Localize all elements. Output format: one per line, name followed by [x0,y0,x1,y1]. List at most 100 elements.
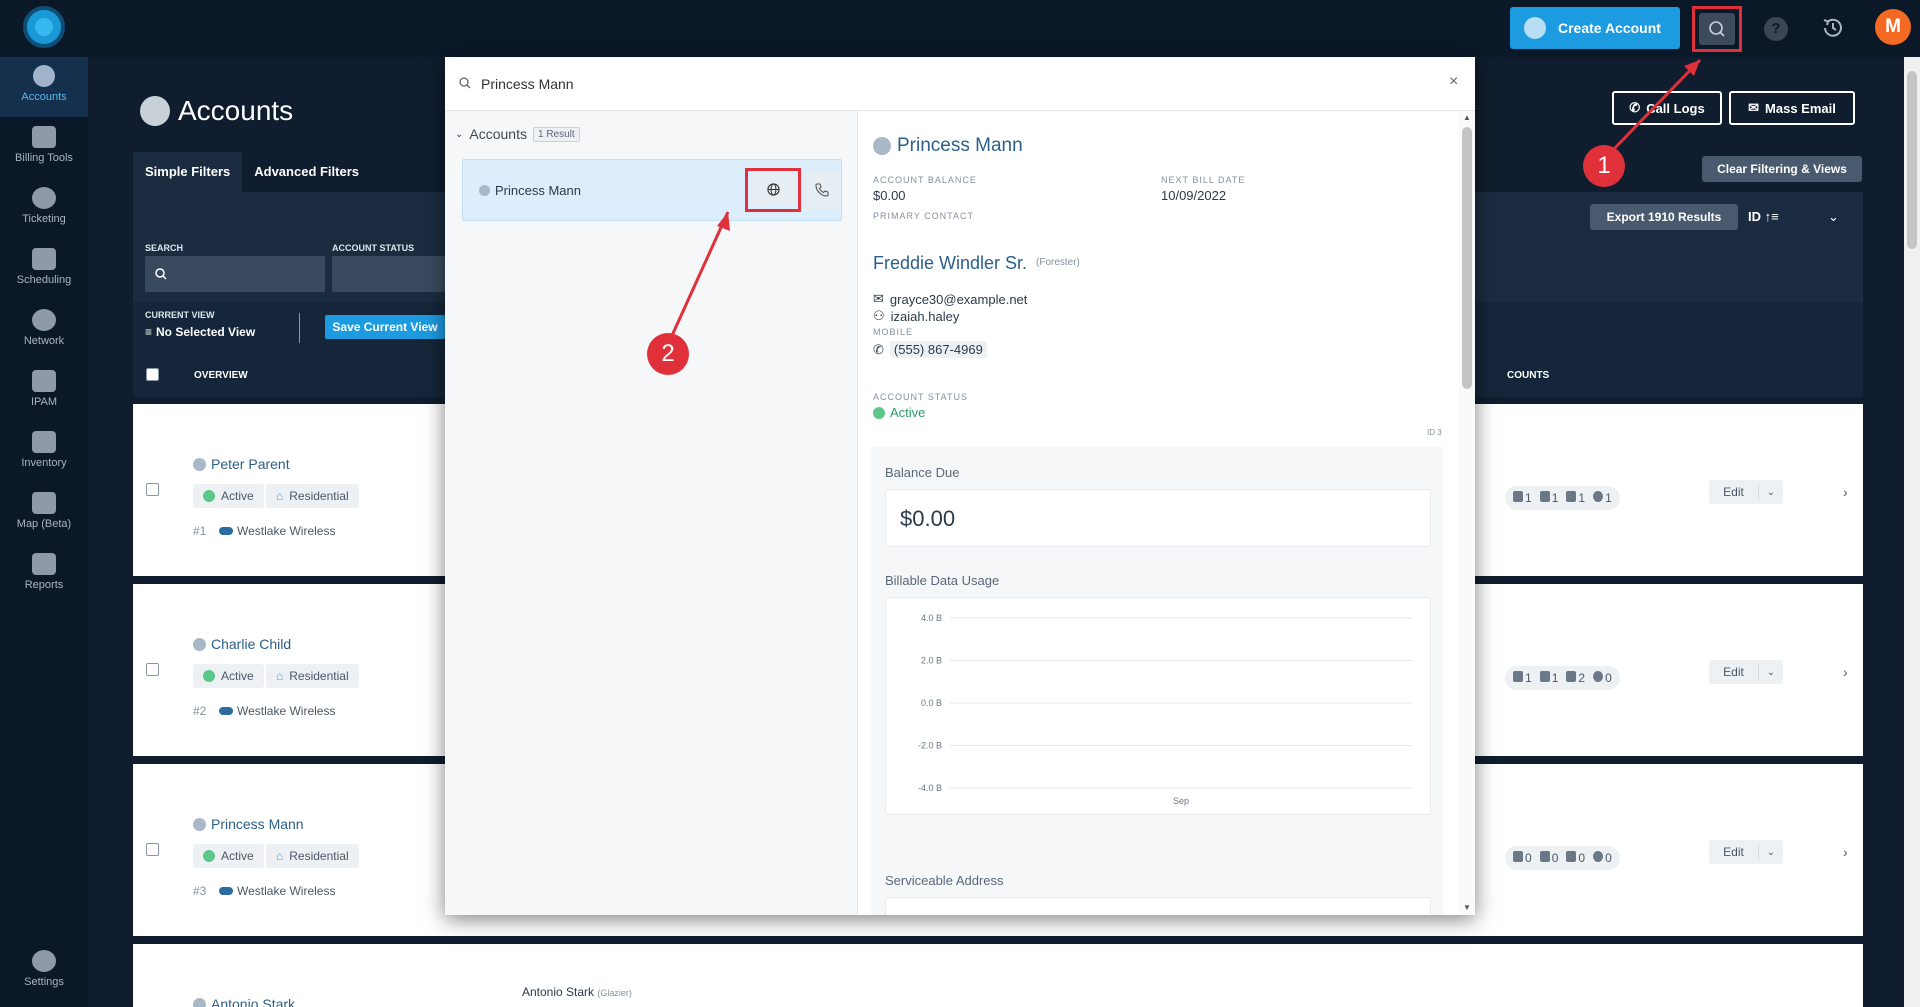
account-name-link[interactable]: Antonio Stark [193,996,295,1007]
edit-button[interactable]: Edit ⌄ [1709,660,1783,684]
contact-email[interactable]: ✉ grayce30@example.net [873,291,1027,307]
sidebar-item-settings[interactable]: Settings [0,942,88,1002]
count-item: 1 [1513,671,1532,685]
scroll-down-icon[interactable]: ▼ [1463,903,1471,912]
isp-text: Westlake Wireless [237,884,336,898]
sidebar-item-accounts[interactable]: Accounts [0,57,88,117]
sidebar-item-map[interactable]: Map (Beta) [0,484,88,544]
app-logo[interactable] [23,6,65,48]
status-dot-icon [873,406,885,419]
account-preview-panel: Princess Mann ACCOUNT BALANCE $0.00 NEXT… [859,111,1459,915]
account-name-link[interactable]: Charlie Child [193,636,291,652]
home-icon: ⌂ [276,849,284,863]
network-icon [32,309,56,331]
row-checkbox[interactable] [146,843,159,856]
search-icon [459,77,471,89]
isp-text: Westlake Wireless [237,704,336,718]
contact-name[interactable]: Freddie Windler Sr. [873,253,1027,274]
account-id-label: ID 3 [1427,428,1442,437]
open-portal-button[interactable] [745,168,801,212]
clear-filtering-button[interactable]: Clear Filtering & Views [1702,156,1862,182]
modal-search-input[interactable]: Princess Mann [481,76,574,92]
table-row[interactable]: Antonio Stark Antonio Stark (Glazier) [133,944,1863,1007]
calendar-icon [1566,851,1577,862]
chevron-down-icon[interactable]: ⌄ [1759,847,1783,858]
user-avatar[interactable]: M [1875,9,1911,45]
close-icon[interactable]: × [1449,73,1458,91]
gear-icon [32,950,56,972]
tab-simple-filters[interactable]: Simple Filters [133,152,243,192]
current-view-label: CURRENT VIEW [145,310,215,320]
chevron-right-icon[interactable]: › [1843,664,1848,680]
sidebar-item-network[interactable]: Network [0,301,88,361]
row-checkbox[interactable] [146,663,159,676]
chevron-right-icon[interactable]: › [1843,484,1848,500]
balance-value: $0.00 [873,188,906,203]
edit-button[interactable]: Edit ⌄ [1709,480,1783,504]
page-scrollbar[interactable] [1904,57,1920,1007]
username-text: izaiah.haley [890,308,960,324]
global-search-button[interactable] [1692,6,1742,52]
sidebar-item-reports[interactable]: Reports [0,545,88,605]
isp-text: Westlake Wireless [237,524,336,538]
modal-scrollbar[interactable]: ▲ ▼ [1459,111,1475,915]
isp-icon [219,707,233,715]
sort-field[interactable]: ID ↑≡ [1748,209,1779,224]
result-item[interactable]: Princess Mann [462,159,842,221]
scrollbar-thumb[interactable] [1462,127,1472,389]
select-all-checkbox[interactable] [146,368,159,381]
scroll-up-icon[interactable]: ▲ [1463,113,1471,122]
group-label: Accounts [469,126,527,142]
count-value: 1 [1525,491,1532,505]
sidebar-item-inventory[interactable]: Inventory [0,423,88,483]
count-value: 0 [1605,671,1612,685]
mass-email-button[interactable]: ✉ Mass Email [1729,91,1855,125]
help-icon[interactable]: ? [1764,17,1788,41]
edit-label: Edit [1709,665,1759,679]
status-text: Active [221,489,254,503]
preview-name-text: Princess Mann [897,135,1023,156]
annotation-marker-1: 1 [1583,145,1625,187]
history-icon[interactable] [1820,15,1846,41]
contact-mobile[interactable]: ✆ (555) 867-4969 [873,341,987,358]
primary-contact: Antonio Stark (Glazier) [522,985,632,999]
preview-account-name[interactable]: Princess Mann [873,135,1023,157]
chevron-down-icon[interactable]: ⌄ [1759,667,1783,678]
chevron-down-icon[interactable]: ⌄ [1828,209,1839,225]
address-box [885,897,1431,915]
scrollbar-thumb[interactable] [1907,71,1917,249]
sidebar-item-label: Network [23,335,65,347]
search-input[interactable] [145,256,325,292]
account-avatar-icon [193,997,206,1007]
envelope-icon: ✉ [873,291,884,306]
save-current-view-button[interactable]: Save Current View [325,315,445,339]
sidebar-item-ipam[interactable]: IPAM [0,362,88,422]
page-title-text: Accounts [178,95,294,126]
page-title: Accounts [140,95,293,127]
sidebar-item-label: IPAM [30,396,58,408]
sidebar-item-billing-tools[interactable]: Billing Tools [0,118,88,178]
edit-button[interactable]: Edit ⌄ [1709,840,1783,864]
sidebar-item-label: Reports [24,579,64,591]
account-name-link[interactable]: Princess Mann [193,816,304,832]
status-text: Active [890,405,926,420]
account-status-select[interactable] [332,256,445,292]
status-dot-icon [203,670,215,682]
row-checkbox[interactable] [146,483,159,496]
account-name-link[interactable]: Peter Parent [193,456,290,472]
create-account-button[interactable]: Create Account [1510,7,1680,49]
mobile-label: MOBILE [873,327,914,337]
home-icon: ⌂ [276,669,284,683]
tab-advanced-filters[interactable]: Advanced Filters [242,152,371,192]
chevron-down-icon[interactable]: ⌄ [1759,487,1783,498]
type-text: Residential [289,849,349,863]
call-button[interactable] [803,172,841,210]
sidebar-item-ticketing[interactable]: Ticketing [0,179,88,239]
call-logs-button[interactable]: ✆ Call Logs [1612,91,1722,125]
sidebar-item-scheduling[interactable]: Scheduling [0,240,88,300]
results-group-header[interactable]: ⌄ Accounts 1 Result [455,126,580,142]
chevron-right-icon[interactable]: › [1843,844,1848,860]
export-results-button[interactable]: Export 1910 Results [1590,204,1738,230]
sort-label: ID [1748,209,1761,224]
current-view-value[interactable]: ≡ No Selected View [145,325,255,339]
